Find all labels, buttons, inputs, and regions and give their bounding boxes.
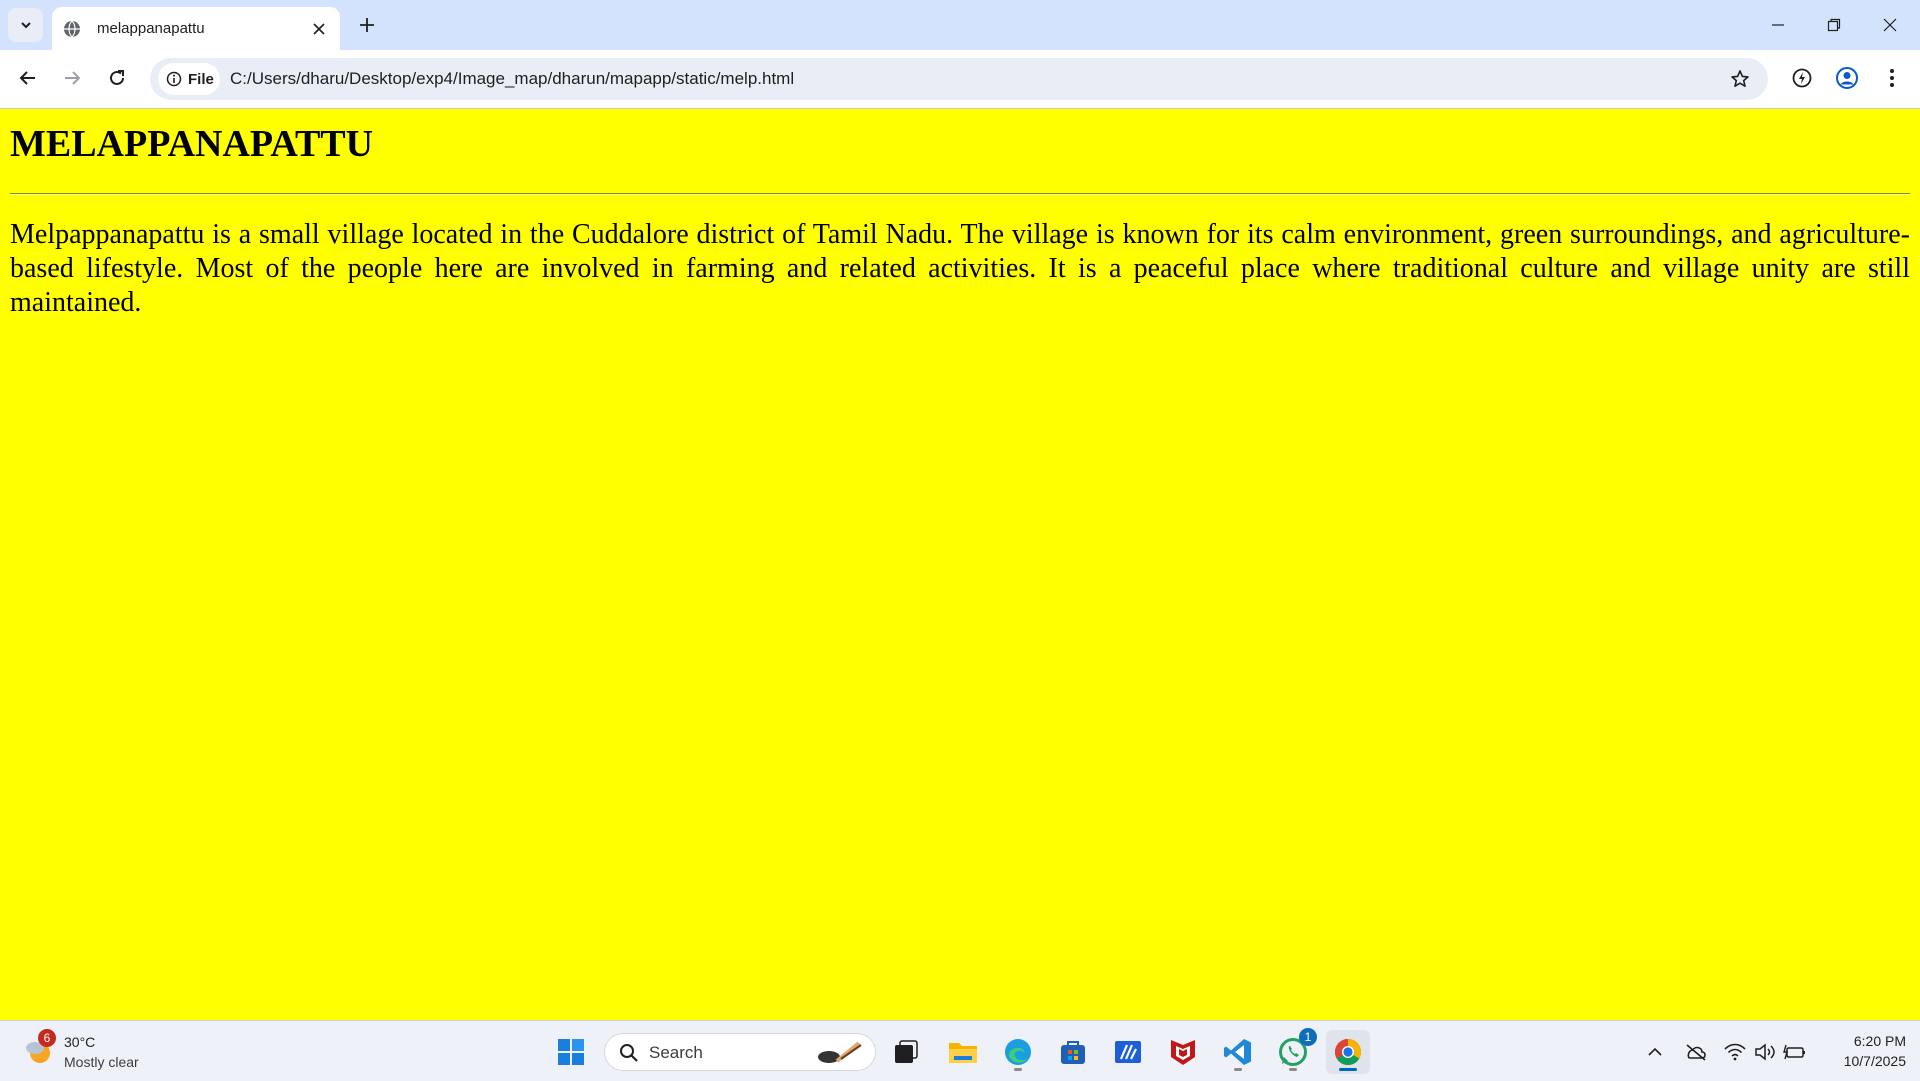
site-info-chip[interactable]: File [158,63,220,95]
page-viewport: MELAPPANAPATTU Melpappanapattu is a smal… [0,109,1920,1020]
battery-charging-icon [1783,1044,1805,1060]
globe-icon [63,20,81,38]
wifi-tray-icon[interactable] [1722,1039,1748,1065]
onedrive-tray-icon[interactable] [1683,1039,1709,1065]
minimize-icon [1772,24,1784,26]
battery-tray-icon[interactable] [1782,1039,1808,1065]
weather-condition: Mostly clear [64,1054,139,1070]
browser-tab[interactable]: melappanapattu [52,7,340,50]
horizontal-rule [10,193,1910,195]
taskbar-search[interactable]: Search [604,1033,876,1071]
clock-date: 10/7/2025 [1843,1053,1906,1069]
app-a-icon [1115,1041,1141,1063]
address-bar[interactable]: File C:/Users/dharu/Desktop/exp4/Image_m… [150,58,1768,100]
menu-button[interactable] [1875,61,1909,95]
system-clock[interactable]: 6:20 PM 10/7/2025 [1816,1031,1906,1071]
page-heading: MELAPPANAPATTU [10,123,374,165]
url-text[interactable]: C:/Users/dharu/Desktop/exp4/Image_map/dh… [230,69,794,89]
tab-title: melappanapattu [97,20,205,37]
store-icon [1061,1041,1085,1064]
close-icon [1883,18,1897,32]
site-chip-label: File [188,70,214,88]
bookmark-button[interactable] [1724,63,1756,95]
minimize-button[interactable] [1750,0,1806,50]
info-icon [166,71,182,87]
tab-strip: melappanapattu [0,0,1920,50]
forward-button[interactable] [54,60,90,96]
edge-icon [1005,1039,1031,1065]
windows-icon [558,1039,584,1065]
taskbar-app-task-view[interactable] [884,1030,928,1074]
taskbar-app-whatsapp[interactable]: 1 [1271,1028,1317,1074]
search-highlight-icon [818,1041,862,1063]
taskbar: 6 30°C Mostly clear Search 1 6:20 PM 10/… [0,1020,1920,1081]
chevron-up-icon [1648,1047,1662,1056]
taskbar-app-microsoft-store[interactable] [1051,1030,1095,1074]
vscode-icon [1224,1039,1251,1065]
whatsapp-badge: 1 [1299,1028,1317,1046]
close-window-button[interactable] [1862,0,1918,50]
more-vertical-icon [1890,69,1894,87]
chevron-down-icon [20,22,31,29]
star-icon [1731,70,1749,87]
volume-icon [1755,1043,1775,1061]
taskbar-app-vscode[interactable] [1216,1030,1260,1074]
mcafee-icon [1171,1040,1195,1065]
performance-button[interactable] [1785,61,1819,95]
page-paragraph: Melpappanapattu is a small village locat… [10,219,1910,318]
running-indicator [1234,1068,1242,1071]
running-indicator [1289,1068,1297,1071]
profile-button[interactable] [1830,61,1864,95]
account-icon [1836,67,1858,89]
chrome-icon [1334,1038,1362,1066]
cloud-off-icon [1686,1044,1706,1061]
taskbar-app-edge[interactable] [996,1030,1040,1074]
folder-icon [949,1043,977,1063]
start-button[interactable] [549,1030,593,1074]
new-tab-button[interactable] [352,10,382,40]
restore-icon [1827,18,1841,32]
taskbar-search-label: Search [649,1043,703,1062]
restore-button[interactable] [1806,0,1862,50]
show-hidden-icons-button[interactable] [1642,1039,1668,1065]
taskbar-app-blue-a[interactable] [1106,1030,1150,1074]
taskbar-app-mcafee[interactable] [1161,1030,1205,1074]
weather-temperature: 30°C [64,1034,96,1050]
clock-time: 6:20 PM [1853,1033,1906,1049]
close-tab-icon[interactable] [308,18,330,40]
browser-toolbar: File C:/Users/dharu/Desktop/exp4/Image_m… [0,50,1920,109]
speed-icon [1792,68,1812,88]
tab-search-button[interactable] [8,8,43,42]
reload-button[interactable] [99,60,135,96]
arrow-right-icon [65,71,81,85]
taskbar-app-chrome[interactable] [1326,1030,1370,1074]
active-indicator [1339,1068,1357,1071]
volume-tray-icon[interactable] [1752,1039,1778,1065]
reload-icon [110,70,124,85]
running-indicator [1014,1068,1022,1071]
search-icon [620,1044,638,1062]
arrow-left-icon [19,71,35,85]
plus-icon [360,18,374,32]
wifi-icon [1724,1043,1746,1061]
task-view-icon [895,1040,918,1063]
taskbar-app-file-explorer[interactable] [941,1030,985,1074]
back-button[interactable] [10,60,46,96]
weather-badge: 6 [38,1029,56,1047]
weather-widget[interactable]: 6 30°C Mostly clear [22,1029,172,1075]
